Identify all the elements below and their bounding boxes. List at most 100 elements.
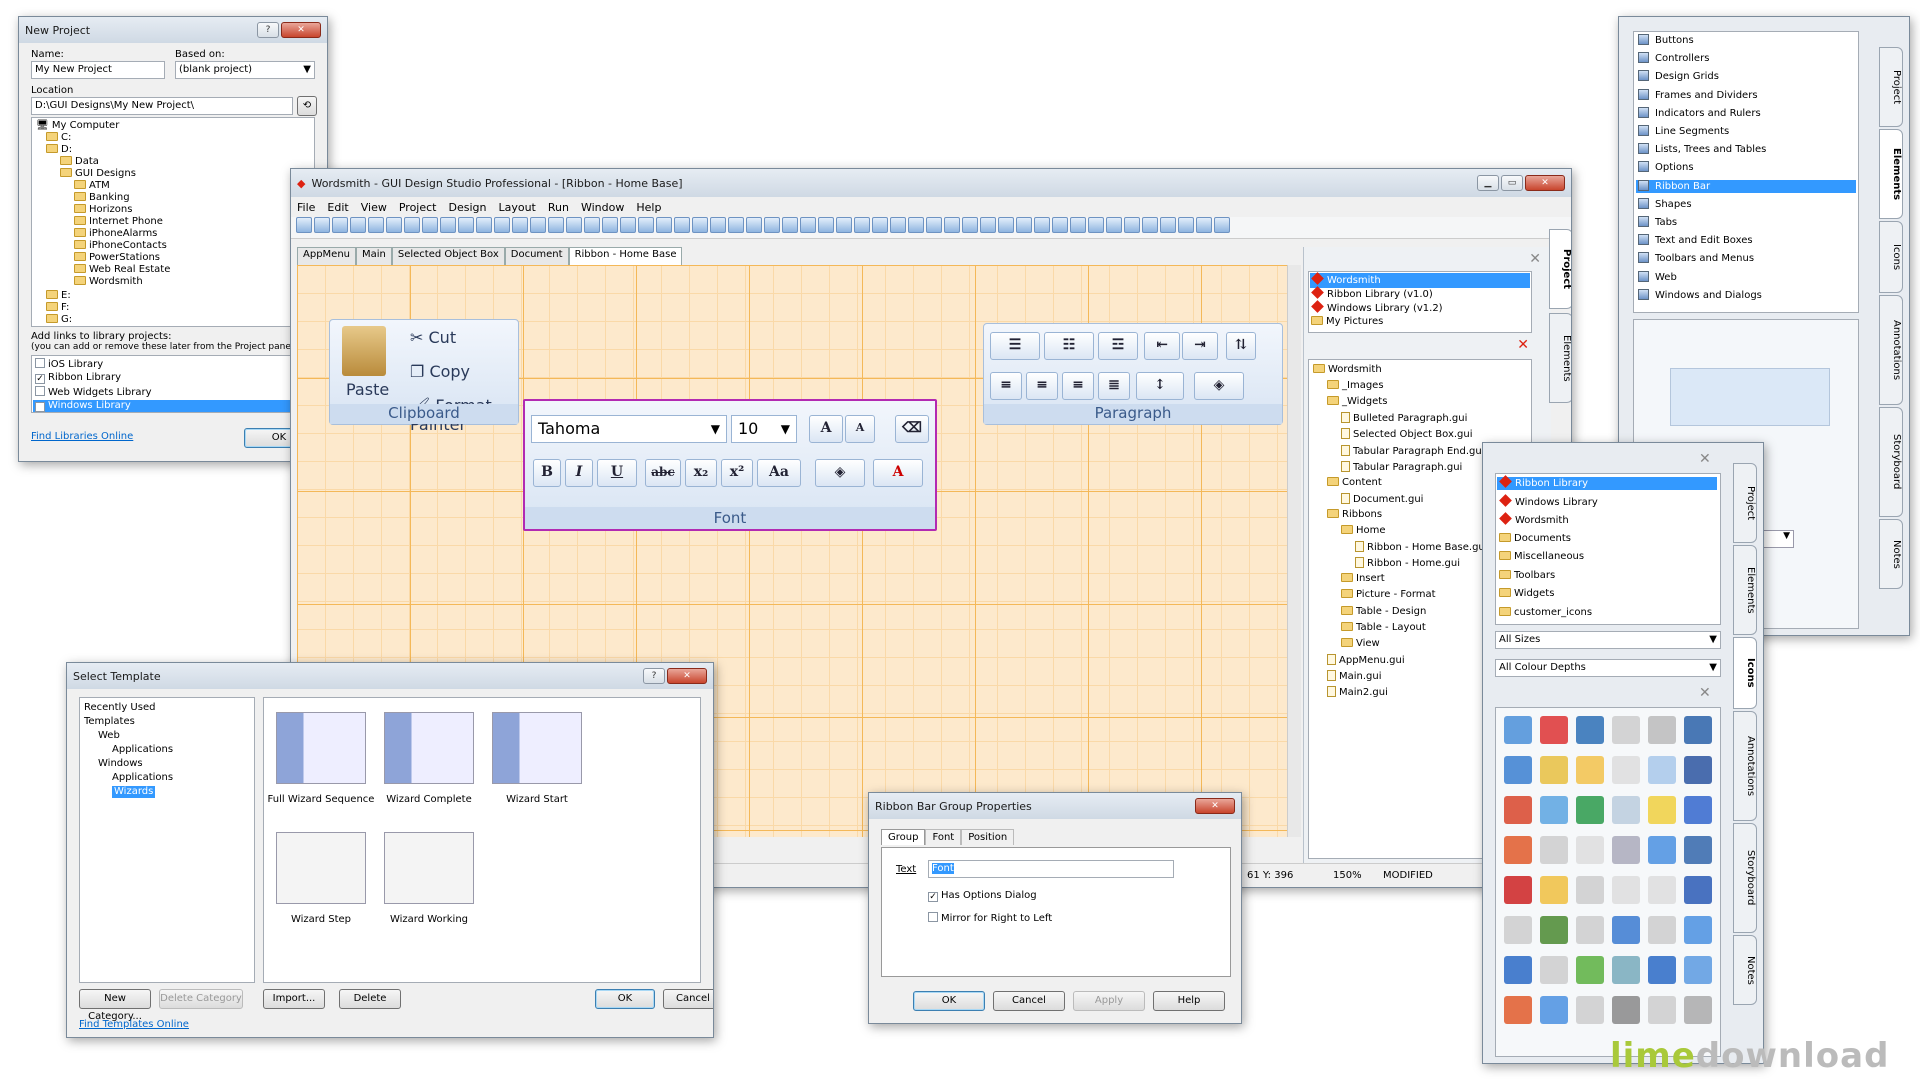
font-size-select[interactable]: 10 ▼ [731, 415, 797, 443]
menu-edit[interactable]: Edit [327, 201, 348, 214]
icon-thumbnail[interactable] [1504, 716, 1532, 744]
tab-storyboard[interactable]: Storyboard [1733, 823, 1757, 933]
tree-item[interactable]: _Widgets [1327, 396, 1387, 408]
icon-thumbnail[interactable] [1648, 956, 1676, 984]
library-list[interactable]: iOS Library ✓ Ribbon Library Web Widgets … [31, 355, 315, 413]
icon-thumbnail[interactable] [1684, 796, 1712, 824]
element-category-item[interactable]: Tabs [1636, 216, 1856, 229]
project-item[interactable]: Ribbon Library (v1.0) [1311, 286, 1433, 301]
library-item[interactable]: ✓ Windows Library [33, 400, 313, 412]
icon-thumbnail[interactable] [1540, 796, 1568, 824]
toolbar-button-icon[interactable] [1214, 217, 1230, 233]
tree-item[interactable]: Wizards [112, 786, 156, 798]
size-filter-select[interactable]: All Sizes ▼ [1495, 631, 1721, 649]
numbering-button[interactable]: ☷ [1044, 332, 1094, 360]
tab-project[interactable]: Project [1549, 229, 1571, 309]
element-category-item[interactable]: Options [1636, 161, 1856, 174]
library-item[interactable]: Web Widgets Library [35, 386, 152, 399]
find-libraries-link[interactable]: Find Libraries Online [31, 431, 133, 442]
tab-document[interactable]: AppMenu [297, 247, 356, 265]
icon-thumbnail[interactable] [1576, 916, 1604, 944]
strikethrough-button[interactable]: abc [645, 459, 681, 487]
icon-thumbnail[interactable] [1576, 756, 1604, 784]
icon-thumbnail[interactable] [1576, 996, 1604, 1024]
icon-library-item[interactable]: Windows Library [1497, 493, 1717, 509]
toolbar-button-icon[interactable] [602, 217, 618, 233]
element-category-item[interactable]: Indicators and Rulers [1636, 106, 1856, 120]
icon-thumbnail[interactable] [1612, 956, 1640, 984]
align-center-button[interactable]: ≡ [1026, 372, 1058, 400]
icon-thumbnail[interactable] [1612, 796, 1640, 824]
has-options-checkbox[interactable]: ✓ Has Options Dialog [928, 890, 1037, 902]
icon-thumbnail[interactable] [1540, 876, 1568, 904]
tree-item[interactable]: Bulleted Paragraph.gui [1341, 412, 1467, 425]
toolbar-button-icon[interactable] [872, 217, 888, 233]
tree-item[interactable]: Tabular Paragraph.gui [1341, 460, 1462, 474]
tree-item[interactable]: AppMenu.gui [1327, 653, 1405, 667]
toolbar-button-icon[interactable] [620, 217, 636, 233]
tree-item[interactable]: E: [46, 290, 71, 302]
icon-thumbnail[interactable] [1576, 836, 1604, 864]
icon-library-item[interactable]: Wordsmith [1497, 512, 1717, 527]
toolbar-button-icon[interactable] [764, 217, 780, 233]
tab-annotations[interactable]: Annotations [1879, 295, 1903, 405]
tree-item[interactable]: iPhoneAlarms [74, 228, 157, 240]
tab-elements[interactable]: Elements [1733, 545, 1757, 635]
toolbar-button-icon[interactable] [1070, 217, 1086, 233]
tree-item[interactable]: ATM [74, 180, 110, 192]
tree-item[interactable]: F: [46, 302, 69, 314]
ribbon-paragraph-group[interactable]: ☰ ☷ ☲ ⇤ ⇥ ⇅ ≡ ≡ ≡ ≣ ↕ ◈ Paragraph [983, 323, 1283, 425]
element-category-item[interactable]: Design Grids [1636, 70, 1856, 83]
tree-item[interactable]: Content [1327, 476, 1382, 489]
browse-button[interactable]: ⟲ [297, 96, 317, 116]
cut-button[interactable]: ✂ Cut [410, 328, 456, 347]
icon-thumbnail[interactable] [1612, 756, 1640, 784]
toolbar-button-icon[interactable] [386, 217, 402, 233]
depth-filter-select[interactable]: All Colour Depths ▼ [1495, 659, 1721, 677]
icon-thumbnail[interactable] [1648, 876, 1676, 904]
icon-library-item[interactable]: Toolbars [1497, 569, 1717, 582]
menu-layout[interactable]: Layout [498, 201, 535, 214]
icon-library-item[interactable]: customer_icons [1497, 606, 1717, 619]
tab-document[interactable]: Selected Object Box [391, 247, 505, 265]
underline-button[interactable]: U [597, 459, 637, 487]
toolbar-button-icon[interactable] [746, 217, 762, 233]
toolbar-button-icon[interactable] [980, 217, 996, 233]
toolbar-button-icon[interactable] [944, 217, 960, 233]
library-item[interactable]: ✓ Ribbon Library [35, 372, 121, 384]
toolbar-button-icon[interactable] [710, 217, 726, 233]
menu-window[interactable]: Window [581, 201, 624, 214]
element-category-item[interactable]: Frames and Dividers [1636, 88, 1856, 102]
tab-document[interactable]: Document [504, 247, 569, 265]
icon-library-item[interactable]: Miscellaneous [1497, 551, 1717, 563]
delete-category-button[interactable]: Delete Category [159, 989, 243, 1009]
template-thumbnail[interactable] [384, 832, 474, 904]
template-thumbnail[interactable] [492, 712, 582, 784]
multilevel-button[interactable]: ☲ [1098, 332, 1138, 360]
close-icon[interactable]: ✕ [1699, 451, 1711, 467]
icon-thumbnail[interactable] [1504, 756, 1532, 784]
apply-button[interactable]: Apply [1073, 991, 1145, 1011]
toolbar-button-icon[interactable] [530, 217, 546, 233]
close-button[interactable]: ✕ [281, 22, 321, 38]
toolbar-button-icon[interactable] [1142, 217, 1158, 233]
import-button[interactable]: Import... [263, 989, 325, 1009]
tree-item[interactable]: View [1341, 637, 1380, 650]
project-item[interactable]: My Pictures [1311, 316, 1383, 328]
icon-thumbnail[interactable] [1576, 956, 1604, 984]
tree-item[interactable]: Internet Phone [74, 216, 163, 228]
library-item[interactable]: iOS Library [35, 358, 103, 371]
icon-library-item[interactable]: Widgets [1497, 588, 1717, 600]
toolbar-button-icon[interactable] [296, 217, 312, 233]
icon-thumbnail[interactable] [1648, 716, 1676, 744]
copy-button[interactable]: ❐ Copy [410, 362, 470, 381]
icon-thumbnail[interactable] [1504, 836, 1532, 864]
tree-item[interactable]: Picture - Format [1341, 589, 1436, 601]
toolbar-button-icon[interactable] [512, 217, 528, 233]
toolbar-button-icon[interactable] [440, 217, 456, 233]
shrink-font-button[interactable]: A [845, 415, 875, 443]
subscript-button[interactable]: x₂ [685, 459, 717, 487]
tab-document[interactable]: Main [356, 247, 392, 265]
toolbar-button-icon[interactable] [476, 217, 492, 233]
element-category-item[interactable]: Controllers [1636, 52, 1856, 65]
